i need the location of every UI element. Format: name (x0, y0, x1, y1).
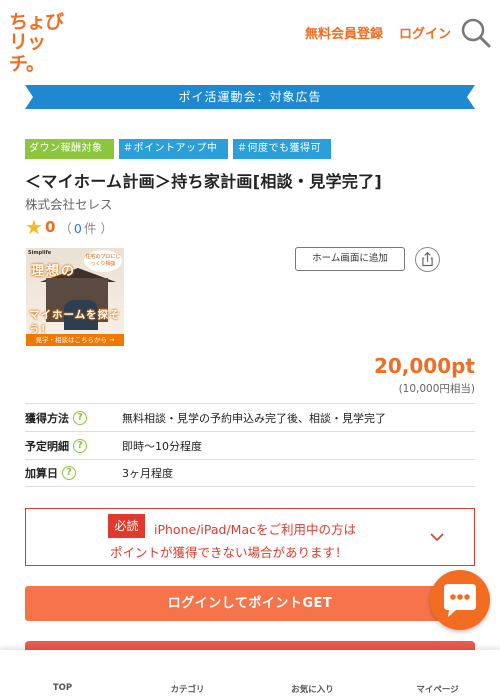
must-read-badge: 必読 (108, 514, 145, 538)
tab-label: カテゴリ (170, 685, 205, 695)
thumb-bubble: 住宅のプロにじっくり相談 (84, 250, 122, 272)
ios-notice-accordion[interactable]: 必読 iPhone/iPad/Macをご利用中の方は ポイントが獲得できない場合… (25, 508, 475, 566)
thumb-ideal-text: 理想の (31, 264, 77, 279)
share-icon[interactable] (415, 247, 440, 272)
star-icon: ★ (25, 215, 43, 239)
notice-line-1: iPhone/iPad/Macをご利用中の方は (154, 522, 356, 537)
tag-point-up: ＃ポイントアップ中 (119, 139, 228, 159)
chevron-down-icon[interactable] (429, 529, 445, 545)
review-count-open: （ (59, 220, 72, 236)
search-icon[interactable] (460, 17, 492, 49)
chobirich-logo[interactable]: ちょび リッチ。 (9, 11, 71, 75)
rating-score: 0 (44, 218, 56, 236)
help-icon[interactable]: ? (62, 466, 76, 480)
login-link[interactable]: ログイン (399, 23, 451, 42)
review-count[interactable]: （0 件 ） (59, 218, 112, 237)
reward-yen-equivalent: (10,000円相当) (398, 383, 475, 395)
campaign-banner[interactable]: ポイ活運動会：対象広告 (25, 85, 475, 109)
notice-line-2: ポイントが獲得できない場合があります！ (110, 545, 348, 560)
info-row-method: 獲得方法? 無料相談・見学の予約申込み完了後、相談・見学完了 (25, 403, 475, 431)
tag-repeatable: ＃何度でも獲得可 (233, 139, 331, 159)
register-link[interactable]: 無料会員登録 (305, 23, 383, 42)
info-table: 獲得方法? 無料相談・見学の予約申込み完了後、相談・見学完了 予定明細? 即時～… (25, 403, 475, 487)
company-name: 株式会社セレス (25, 197, 113, 212)
info-row-schedule: 予定明細? 即時～10分程度 (25, 431, 475, 459)
review-count-number: 0 (73, 220, 82, 236)
thumb-myhome-text: マイホームを探そう！ (29, 309, 121, 336)
tab-label: お気に入り (291, 685, 334, 695)
ad-thumbnail[interactable]: Simplife 住宅のプロにじっくり相談 理想の マイホームを探そう！ 見学・… (26, 248, 124, 346)
chat-icon[interactable] (430, 570, 490, 630)
info-row-credit-date: 加算日? 3ヶ月程度 (25, 459, 475, 487)
tag-list: ダウン報酬対象 ＃ポイントアップ中 ＃何度でも獲得可 (25, 139, 331, 159)
tag-down-reward: ダウン報酬対象 (25, 139, 114, 159)
thumb-brand: Simplife (28, 250, 52, 256)
header: ちょび リッチ。 無料会員登録 ログイン (0, 0, 500, 75)
review-count-unit: 件 ） (83, 220, 113, 236)
help-icon[interactable]: ? (73, 410, 87, 425)
logo-text-top: ちょび (9, 11, 64, 33)
logo-text-bottom: リッチ。 (9, 31, 46, 75)
tab-mypage[interactable]: マイページ (375, 650, 500, 700)
info-value: 無料相談・見学の予約申込み完了後、相談・見学完了 (122, 411, 386, 425)
tab-label: マイページ (416, 685, 459, 695)
info-value: 3ヶ月程度 (122, 467, 173, 480)
add-to-home-button[interactable]: ホーム画面に追加 (295, 247, 405, 271)
info-label: 獲得方法 (25, 411, 69, 425)
thumb-cta: 見学・相談はこちらから → (26, 334, 124, 346)
info-value: 即時～10分程度 (122, 439, 202, 453)
tab-category[interactable]: カテゴリ (125, 650, 250, 700)
reward-points: 20,000pt (373, 354, 475, 378)
tab-label: TOP (52, 683, 73, 693)
info-label: 加算日 (25, 467, 58, 480)
tab-top[interactable]: TOP (0, 650, 125, 700)
tab-favorites[interactable]: お気に入り (250, 650, 375, 700)
login-get-points-button[interactable]: ログインしてポイントGET (25, 586, 475, 621)
bottom-tab-bar: TOP カテゴリ お気に入り マイページ (0, 650, 500, 700)
ad-title: ＜マイホーム計画＞持ち家計画[相談・見学完了] (25, 172, 383, 191)
rating[interactable]: ★ 0 （0 件 ） (25, 216, 113, 238)
info-label: 予定明細 (25, 439, 69, 453)
help-icon[interactable]: ? (73, 438, 87, 453)
